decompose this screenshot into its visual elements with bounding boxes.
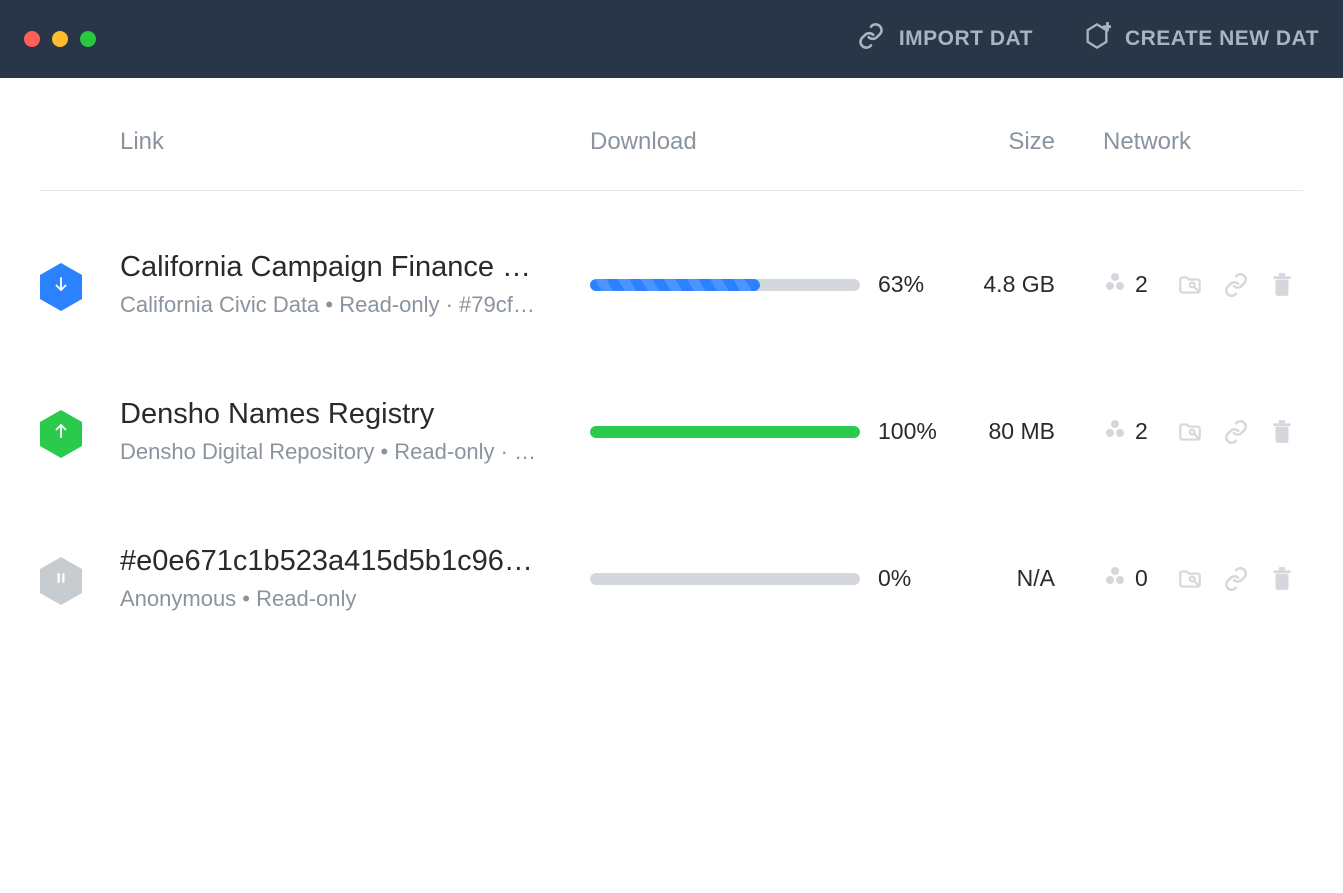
dat-title: #e0e671c1b523a415d5b1c96…: [120, 545, 560, 578]
import-dat-label: IMPORT DAT: [899, 27, 1033, 51]
peers-icon: [1103, 270, 1127, 300]
import-dat-button[interactable]: IMPORT DAT: [857, 22, 1033, 56]
dat-subtitle: Densho Digital Repository • Read-only · …: [120, 439, 560, 465]
main-content: Link Download Size Network California Ca…: [0, 78, 1343, 632]
peers-count: 2: [1135, 418, 1148, 445]
copy-link-icon[interactable]: [1223, 419, 1249, 445]
dat-subtitle: Anonymous • Read-only: [120, 586, 560, 612]
dat-size: 80 MB: [960, 418, 1055, 445]
network-peers: 2: [1055, 417, 1175, 447]
progress-bar: [590, 279, 860, 291]
copy-link-icon[interactable]: [1223, 272, 1249, 298]
progress-percent: 0%: [878, 565, 911, 592]
peers-count: 2: [1135, 271, 1148, 298]
table-row[interactable]: California Campaign Finance … California…: [40, 191, 1303, 338]
network-peers: 2: [1055, 270, 1175, 300]
open-in-finder-icon[interactable]: [1177, 419, 1203, 445]
delete-icon[interactable]: [1269, 566, 1295, 592]
column-header-network: Network: [1055, 128, 1191, 156]
window-controls: [24, 31, 96, 47]
open-in-finder-icon[interactable]: [1177, 566, 1203, 592]
peers-count: 0: [1135, 565, 1148, 592]
column-header-size: Size: [960, 128, 1055, 156]
dat-title: Densho Names Registry: [120, 398, 560, 431]
table-row[interactable]: Densho Names Registry Densho Digital Rep…: [40, 338, 1303, 485]
network-peers: 0: [1055, 564, 1175, 594]
create-new-dat-label: CREATE NEW DAT: [1125, 27, 1319, 51]
peers-icon: [1103, 564, 1127, 594]
table-row[interactable]: #e0e671c1b523a415d5b1c96… Anonymous • Re…: [40, 485, 1303, 632]
copy-link-icon[interactable]: [1223, 566, 1249, 592]
peers-icon: [1103, 417, 1127, 447]
status-hexagon-icon[interactable]: [40, 557, 82, 605]
minimize-window-button[interactable]: [52, 31, 68, 47]
close-window-button[interactable]: [24, 31, 40, 47]
column-header-download: Download: [590, 128, 960, 156]
progress-percent: 100%: [878, 418, 937, 445]
hexagon-plus-icon: [1083, 22, 1111, 56]
status-hexagon-icon[interactable]: [40, 410, 82, 458]
progress-bar: [590, 426, 860, 438]
maximize-window-button[interactable]: [80, 31, 96, 47]
status-hexagon-icon[interactable]: [40, 263, 82, 311]
delete-icon[interactable]: [1269, 272, 1295, 298]
link-icon: [857, 22, 885, 56]
open-in-finder-icon[interactable]: [1177, 272, 1203, 298]
dat-subtitle: California Civic Data • Read-only · #79c…: [120, 292, 560, 318]
dat-title: California Campaign Finance …: [120, 251, 560, 284]
titlebar: IMPORT DAT CREATE NEW DAT: [0, 0, 1343, 78]
dat-size: 4.8 GB: [960, 271, 1055, 298]
dat-size: N/A: [960, 565, 1055, 592]
create-new-dat-button[interactable]: CREATE NEW DAT: [1083, 22, 1319, 56]
column-header-link: Link: [120, 128, 590, 156]
table-header: Link Download Size Network: [40, 128, 1303, 191]
progress-percent: 63%: [878, 271, 924, 298]
progress-bar: [590, 573, 860, 585]
delete-icon[interactable]: [1269, 419, 1295, 445]
